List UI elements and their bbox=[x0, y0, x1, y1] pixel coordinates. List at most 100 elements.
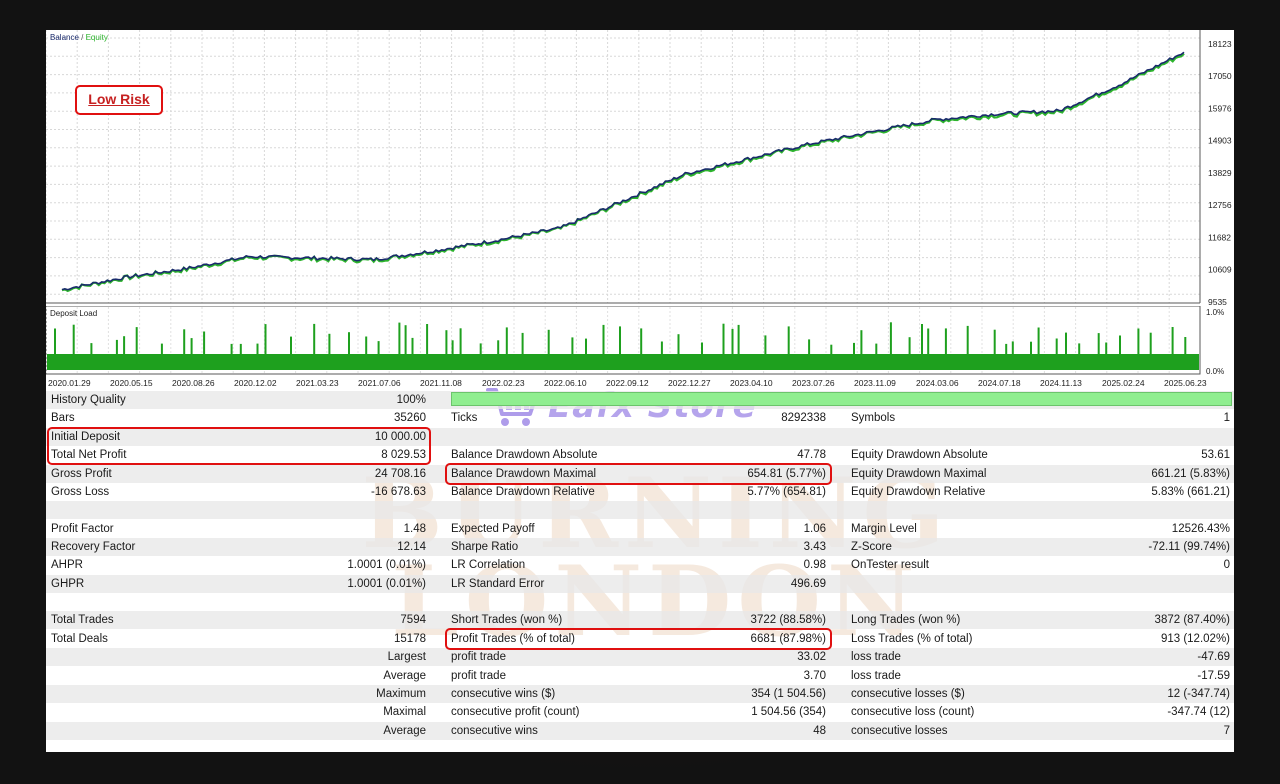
y-tick-label: 12756 bbox=[1208, 200, 1232, 210]
average-consec-loss-label: consecutive losses bbox=[851, 725, 948, 737]
deposit-load-spike bbox=[411, 337, 414, 354]
deposit-load-spike bbox=[993, 329, 996, 354]
deposit-load-spike bbox=[451, 340, 454, 354]
deposit-load-spike bbox=[239, 343, 242, 354]
symbols-value: 1 bbox=[1223, 412, 1230, 424]
expected-payoff-label: Expected Payoff bbox=[451, 523, 535, 535]
stats-row-ahpr: AHPR 1.0001 (0.01%) LR Correlation 0.98 … bbox=[46, 556, 1234, 574]
deposit-load-spike bbox=[921, 324, 923, 354]
gross-loss-label: Gross Loss bbox=[51, 486, 110, 498]
bars-value: 35260 bbox=[394, 412, 426, 424]
deposit-load-spike bbox=[445, 330, 448, 354]
deposit-load-spike bbox=[328, 333, 331, 354]
deposit-load-spike bbox=[1005, 343, 1008, 354]
deposit-load-spike bbox=[1011, 341, 1014, 354]
ticks-value: 8292338 bbox=[781, 412, 826, 424]
y-tick-label: 15976 bbox=[1208, 104, 1232, 114]
ontester-value: 0 bbox=[1223, 559, 1230, 571]
deposit-load-spike bbox=[1149, 332, 1152, 354]
deposit-load-spike bbox=[927, 328, 930, 354]
ghpr-label: GHPR bbox=[51, 578, 85, 590]
stats-row-profit-factor: Profit Factor 1.48 Expected Payoff 1.06 … bbox=[46, 520, 1234, 538]
x-tick-label: 2023.04.10 bbox=[730, 378, 773, 388]
balance-dd-abs-value: 47.78 bbox=[797, 449, 826, 461]
x-tick-label: 2023.07.26 bbox=[792, 378, 835, 388]
z-score-value: -72.11 (99.74%) bbox=[1148, 541, 1230, 553]
balance-dd-rel-label: Balance Drawdown Relative bbox=[451, 486, 595, 498]
deposit-load-spike bbox=[256, 343, 259, 354]
equity-dd-rel-value: 5.83% (661.21) bbox=[1151, 486, 1230, 498]
ticks-label: Ticks bbox=[451, 412, 478, 424]
y-tick-label: 10609 bbox=[1208, 265, 1232, 275]
x-tick-label: 2020.08.26 bbox=[172, 378, 215, 388]
deposit-load-spike bbox=[875, 343, 878, 354]
deposit-load-spike bbox=[521, 332, 524, 354]
deposit-load-spike bbox=[1184, 337, 1187, 354]
stats-row-total-trades: Total Trades 7594 Short Trades (won %) 3… bbox=[46, 611, 1234, 629]
deposit-load-spike bbox=[731, 328, 734, 354]
stats-row-spacer-2 bbox=[46, 593, 1234, 611]
x-tick-label: 2025.06.23 bbox=[1164, 378, 1207, 388]
balance-dd-rel-value: 5.77% (654.81) bbox=[747, 486, 826, 498]
deposit-load-spike bbox=[1105, 342, 1108, 354]
largest-loss-value: -47.69 bbox=[1197, 651, 1230, 663]
deposit-load-spike bbox=[123, 336, 126, 354]
deposit-load-tick-max: 1.0% bbox=[1206, 308, 1224, 317]
x-tick-label: 2022.12.27 bbox=[668, 378, 711, 388]
total-trades-label: Total Trades bbox=[51, 614, 114, 626]
total-deals-label: Total Deals bbox=[51, 633, 108, 645]
stats-row-maximum: Maximum consecutive wins ($) 354 (1 504.… bbox=[46, 685, 1234, 703]
largest-profit-value: 33.02 bbox=[797, 651, 826, 663]
stats-row-spacer-1 bbox=[46, 501, 1234, 519]
loss-trades-value: 913 (12.02%) bbox=[1160, 633, 1230, 645]
deposit-load-spike bbox=[602, 324, 605, 354]
maximum-label: Maximum bbox=[376, 688, 426, 700]
largest-loss-label: loss trade bbox=[851, 651, 901, 663]
x-tick-label: 2024.07.18 bbox=[978, 378, 1021, 388]
deposit-load-spike bbox=[497, 340, 500, 354]
deposit-load-spike bbox=[479, 343, 482, 354]
margin-level-label: Margin Level bbox=[851, 523, 917, 535]
stats-table: History Quality 100% Bars 35260 Ticks 82… bbox=[46, 391, 1234, 752]
deposit-load-title: Deposit Load bbox=[50, 309, 97, 318]
y-tick-label: 14903 bbox=[1208, 136, 1232, 146]
deposit-load-spike bbox=[230, 343, 233, 354]
stats-row-maximal: Maximal consecutive profit (count) 1 504… bbox=[46, 703, 1234, 721]
largest-label: Largest bbox=[387, 651, 426, 663]
deposit-load-spike bbox=[944, 328, 947, 354]
low-risk-label: Low Risk bbox=[75, 85, 163, 115]
stats-row-recovery-factor: Recovery Factor 12.14 Sharpe Ratio 3.43 … bbox=[46, 538, 1234, 556]
x-tick-label: 2022.06.10 bbox=[544, 378, 587, 388]
deposit-load-spike bbox=[426, 324, 429, 354]
maximal-loss-label: consecutive loss (count) bbox=[851, 706, 975, 718]
deposit-load-spike bbox=[764, 335, 767, 354]
lr-std-error-value: 496.69 bbox=[790, 578, 826, 590]
x-tick-label: 2020.05.15 bbox=[110, 378, 153, 388]
deposit-load-baseline bbox=[47, 354, 1199, 370]
deposit-load-spike bbox=[505, 327, 508, 354]
lr-std-error-label: LR Standard Error bbox=[451, 578, 545, 590]
x-tick-label: 2020.12.02 bbox=[234, 378, 277, 388]
deposit-load-spike bbox=[571, 337, 574, 354]
balance-dd-max-label: Balance Drawdown Maximal bbox=[451, 468, 597, 480]
recovery-factor-label: Recovery Factor bbox=[51, 541, 136, 553]
average-profit-value: 3.70 bbox=[803, 670, 826, 682]
margin-level-value: 12526.43% bbox=[1171, 523, 1230, 535]
profit-factor-value: 1.48 bbox=[403, 523, 426, 535]
deposit-load-spike bbox=[1055, 338, 1058, 354]
profit-factor-label: Profit Factor bbox=[51, 523, 114, 535]
maximal-label: Maximal bbox=[383, 706, 426, 718]
x-tick-label: 2021.11.08 bbox=[420, 378, 462, 388]
average-consec-profit-value: 48 bbox=[813, 725, 826, 737]
stats-row-bars: Bars 35260 Ticks 8292338 Symbols 1 bbox=[46, 409, 1234, 427]
balance-dd-abs-label: Balance Drawdown Absolute bbox=[451, 449, 598, 461]
equity-dd-rel-label: Equity Drawdown Relative bbox=[851, 486, 986, 498]
loss-trades-label: Loss Trades (% of total) bbox=[851, 633, 973, 645]
stats-row-total-deals: Total Deals 15178 Profit Trades (% of to… bbox=[46, 630, 1234, 648]
deposit-load-spike bbox=[1137, 328, 1140, 354]
y-axis-ticks: 18123 17050 15976 14903 13829 12756 11682 10609… bbox=[1208, 39, 1232, 306]
stats-row-ghpr: GHPR 1.0001 (0.01%) LR Standard Error 49… bbox=[46, 575, 1234, 593]
y-tick-label: 13829 bbox=[1208, 168, 1232, 178]
short-trades-value: 3722 (88.58%) bbox=[750, 614, 826, 626]
deposit-load-spike bbox=[160, 343, 163, 354]
